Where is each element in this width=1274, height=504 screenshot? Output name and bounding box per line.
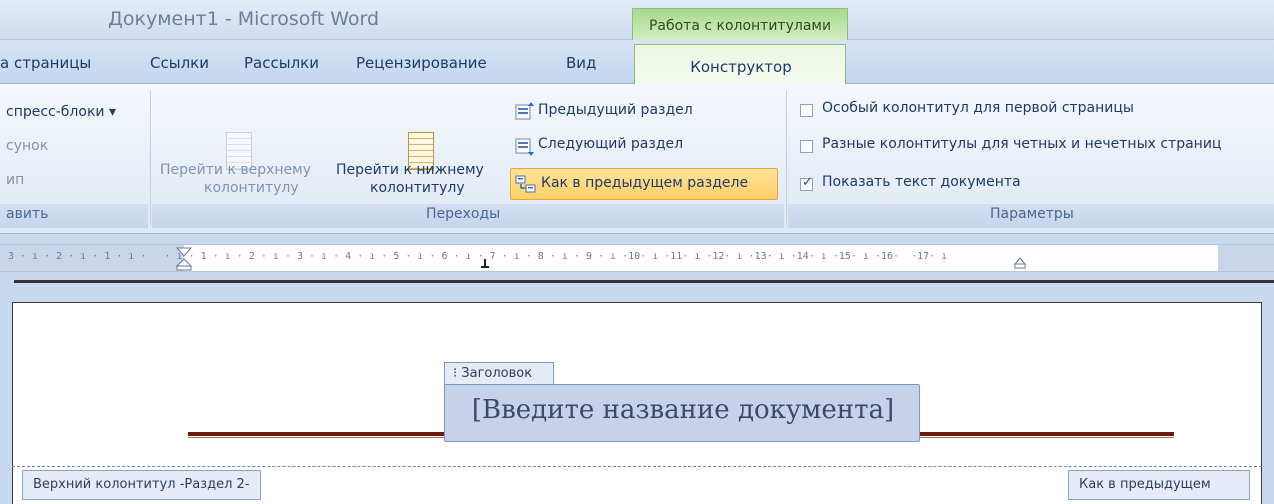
- tab-design[interactable]: Конструктор: [634, 44, 846, 88]
- quick-parts-button[interactable]: спресс-блоки ▾: [6, 104, 116, 120]
- tab-stop-icon[interactable]: [480, 259, 490, 269]
- horizontal-ruler[interactable]: 3 · ı · 2 · ı · 1 · ı · · ı · 1 · ı · 2 …: [0, 244, 1274, 272]
- first-page-checkbox[interactable]: [800, 104, 813, 117]
- window-title: Документ1 - Microsoft Word: [108, 8, 380, 30]
- goto-footer-line1[interactable]: Перейти к нижнему: [336, 162, 484, 178]
- picture-button[interactable]: сунок: [6, 138, 48, 154]
- right-indent-marker-icon[interactable]: [1014, 257, 1026, 269]
- nav-group-label: Переходы: [426, 206, 501, 222]
- show-document-text-checkbox[interactable]: ✓: [800, 175, 813, 191]
- ruler-area: 3 · ı · 2 · ı · 1 · ı · · ı · 1 · ı · 2 …: [0, 234, 1274, 296]
- clip-art-button[interactable]: ип: [6, 172, 24, 188]
- tab-view[interactable]: Вид: [566, 54, 596, 72]
- ruler-divider: [14, 280, 1274, 283]
- title-content-control-tag[interactable]: ⁝ Заголовок: [444, 362, 554, 386]
- previous-section-button[interactable]: Предыдущий раздел: [538, 102, 693, 118]
- goto-header-line2[interactable]: колонтитулу: [204, 180, 299, 196]
- header-section-label: Верхний колонтитул -Раздел 2-: [22, 470, 261, 500]
- ruler-right-margin: [1218, 245, 1274, 271]
- previous-section-icon: [515, 102, 534, 120]
- ribbon-panel: спресс-блоки ▾ сунок ип авить Перейти к …: [0, 84, 1274, 234]
- contextual-tab-header-footer-tools: Работа с колонтитулами: [632, 8, 848, 44]
- link-to-previous-button[interactable]: Как в предыдущем разделе: [510, 168, 778, 200]
- ruler-scale: 3 · ı · 2 · ı · 1 · ı · · ı · 1 · ı · 2 …: [8, 251, 948, 262]
- insert-group-label: авить: [6, 206, 49, 222]
- group-separator: [786, 90, 787, 226]
- goto-footer-line2[interactable]: колонтитулу: [370, 180, 465, 196]
- tab-design-label: Конструктор: [690, 58, 792, 76]
- next-section-icon: [515, 138, 534, 156]
- first-page-label: Особый колонтитул для первой страницы: [822, 100, 1134, 116]
- document-title-field[interactable]: [Введите название документа]: [444, 384, 920, 442]
- show-document-text-label: Показать текст документа: [822, 174, 1021, 190]
- odd-even-label: Разные колонтитулы для четных и нечетных…: [822, 136, 1222, 152]
- indent-marker-icon[interactable]: [176, 247, 192, 271]
- checkmark-icon: ✓: [802, 175, 813, 190]
- document-title-placeholder: [Введите название документа]: [471, 395, 895, 425]
- tab-references[interactable]: Ссылки: [150, 54, 209, 72]
- tab-page-layout[interactable]: а страницы: [0, 54, 91, 72]
- next-section-button[interactable]: Следующий раздел: [538, 136, 683, 152]
- odd-even-checkbox[interactable]: [800, 140, 813, 153]
- tab-mailings[interactable]: Рассылки: [244, 54, 319, 72]
- link-to-previous-label: Как в предыдущем разделе: [541, 175, 749, 191]
- tab-review[interactable]: Рецензирование: [356, 54, 487, 72]
- group-separator: [150, 90, 151, 226]
- header-boundary-line: [12, 466, 1262, 467]
- link-to-previous-icon: [515, 175, 536, 193]
- same-as-previous-label: Как в предыдущем: [1068, 470, 1250, 500]
- goto-header-line1[interactable]: Перейти к верхнему: [160, 162, 311, 178]
- options-group-label: Параметры: [990, 206, 1074, 222]
